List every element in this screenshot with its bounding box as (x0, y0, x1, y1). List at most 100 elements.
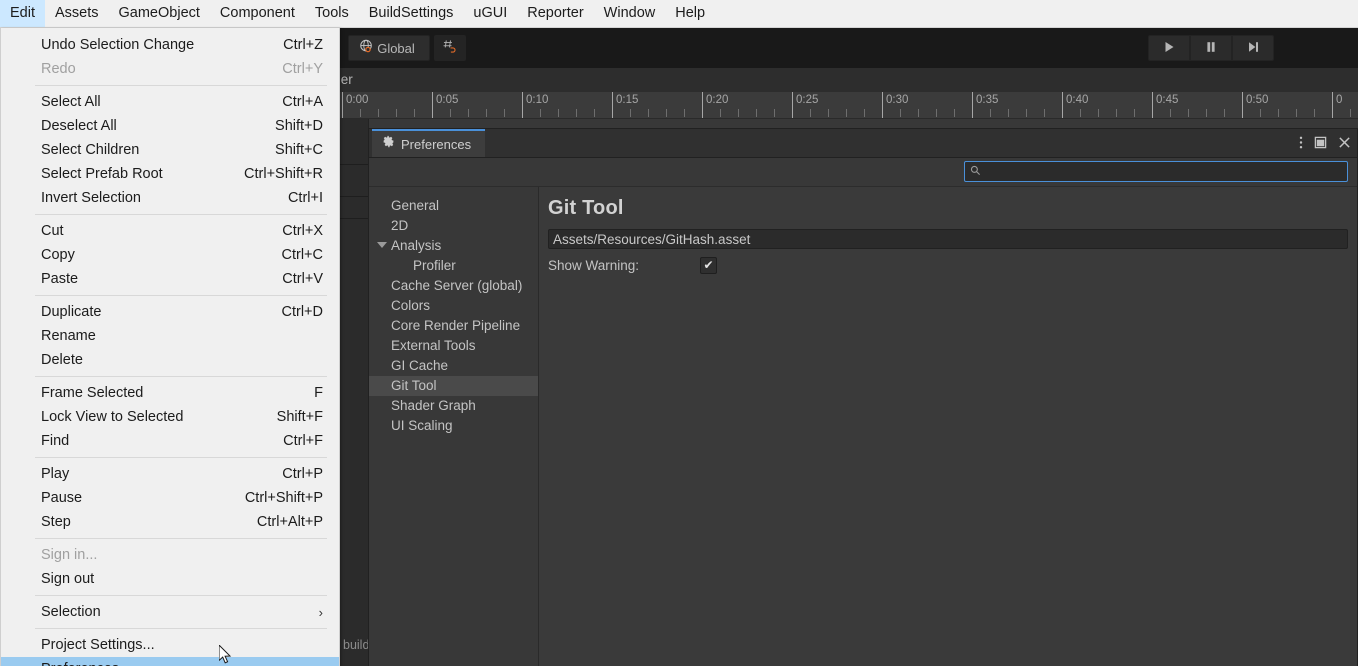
timeline-minor-tick (1044, 109, 1045, 117)
sidebar-item-label: Profiler (413, 258, 456, 273)
menu-item-project-settings[interactable]: Project Settings... (1, 633, 339, 657)
step-icon (1246, 40, 1260, 57)
sidebar-item-2d[interactable]: 2D (369, 216, 538, 236)
play-button[interactable] (1148, 35, 1190, 61)
preferences-main: General 2D Analysis Profiler Cache Server (g… (369, 187, 1357, 666)
timeline-minor-tick (1260, 109, 1261, 117)
grid-snap-button[interactable] (434, 35, 466, 61)
menu-item-label: Step (41, 514, 71, 530)
step-button[interactable] (1232, 35, 1274, 61)
sidebar-item-profiler[interactable]: Profiler (369, 256, 538, 276)
menu-item-preferences[interactable]: Preferences... (1, 657, 339, 666)
menubar-item-edit[interactable]: Edit (0, 0, 45, 27)
timeline-tick-label: 0:25 (796, 94, 819, 106)
menu-item-frame-selected[interactable]: Frame Selected F (1, 381, 339, 405)
menu-item-label: Selection (41, 604, 101, 620)
menu-item-label: Deselect All (41, 118, 117, 134)
timeline-minor-tick (666, 109, 667, 117)
menu-item-find[interactable]: Find Ctrl+F (1, 429, 339, 453)
menu-item-label: Select Prefab Root (41, 166, 163, 182)
timeline-minor-tick (1278, 109, 1279, 117)
timeline-minor-tick (378, 109, 379, 117)
menubar-item-ugui[interactable]: uGUI (463, 0, 517, 27)
sidebar-item-analysis[interactable]: Analysis (369, 236, 538, 256)
menu-separator (35, 538, 327, 539)
maximize-icon[interactable] (1314, 136, 1327, 151)
pivot-rotation-button[interactable]: Global (348, 35, 430, 61)
sidebar-item-cache-server-global[interactable]: Cache Server (global) (369, 276, 538, 296)
menu-item-invert-selection[interactable]: Invert Selection Ctrl+I (1, 186, 339, 210)
menu-item-selection[interactable]: Selection › (1, 600, 339, 624)
sidebar-item-git-tool[interactable]: Git Tool (369, 376, 538, 396)
asset-path-field[interactable]: Assets/Resources/GitHash.asset (548, 229, 1348, 249)
sidebar-item-external-tools[interactable]: External Tools (369, 336, 538, 356)
timeline-tick-label: 0:00 (346, 94, 369, 106)
menu-item-select-all[interactable]: Select All Ctrl+A (1, 90, 339, 114)
menu-item-select-prefab-root[interactable]: Select Prefab Root Ctrl+Shift+R (1, 162, 339, 186)
sidebar-item-label: 2D (391, 218, 409, 233)
menubar-item-component[interactable]: Component (210, 0, 305, 27)
menu-item-deselect-all[interactable]: Deselect All Shift+D (1, 114, 339, 138)
timeline-minor-tick (1170, 109, 1171, 117)
menu-item-cut[interactable]: Cut Ctrl+X (1, 219, 339, 243)
menu-item-step[interactable]: Step Ctrl+Alt+P (1, 510, 339, 534)
menu-item-sign-out[interactable]: Sign out (1, 567, 339, 591)
timeline-tick-label: 0:30 (886, 94, 909, 106)
timeline-minor-tick (936, 109, 937, 117)
preferences-window: Preferences General 2D Analysis Profiler… (368, 128, 1358, 666)
menu-item-play[interactable]: Play Ctrl+P (1, 462, 339, 486)
sidebar-item-general[interactable]: General (369, 196, 538, 216)
menubar-item-tools[interactable]: Tools (305, 0, 359, 27)
menu-item-shortcut: Shift+C (275, 142, 323, 158)
menu-item-rename[interactable]: Rename (1, 324, 339, 348)
sidebar-item-shader-graph[interactable]: Shader Graph (369, 396, 538, 416)
menubar-item-assets[interactable]: Assets (45, 0, 109, 27)
chevron-down-icon[interactable] (377, 242, 387, 248)
unity-menubar[interactable]: Edit Assets GameObject Component Tools BuildS… (0, 0, 1358, 28)
menubar-item-window[interactable]: Window (594, 0, 666, 27)
menu-item-copy[interactable]: Copy Ctrl+C (1, 243, 339, 267)
timeline-minor-tick (396, 109, 397, 117)
menu-item-label: Delete (41, 352, 83, 368)
menu-item-label: Play (41, 466, 70, 482)
menu-item-undo-selection-change[interactable]: Undo Selection Change Ctrl+Z (1, 33, 339, 57)
menu-item-lock-view-to-selected[interactable]: Lock View to Selected Shift+F (1, 405, 339, 429)
timeline-minor-tick (450, 109, 451, 117)
show-warning-checkbox[interactable]: ✔ (700, 256, 717, 274)
search-input[interactable] (964, 161, 1348, 182)
chevron-right-icon: › (318, 604, 323, 620)
menu-item-shortcut: Ctrl+Y (282, 61, 323, 77)
sidebar-item-gi-cache[interactable]: GI Cache (369, 356, 538, 376)
menu-item-duplicate[interactable]: Duplicate Ctrl+D (1, 300, 339, 324)
menu-item-select-children[interactable]: Select Children Shift+C (1, 138, 339, 162)
timeline-minor-tick (540, 109, 541, 117)
pause-button[interactable] (1190, 35, 1232, 61)
timeline-tick-label: 0 (1336, 94, 1343, 106)
preferences-content-pane: Git Tool Assets/Resources/GitHash.asset … (539, 187, 1357, 666)
sidebar-item-core-render-pipeline[interactable]: Core Render Pipeline (369, 316, 538, 336)
menu-separator (35, 295, 327, 296)
sidebar-item-label: General (391, 198, 440, 213)
menu-item-paste[interactable]: Paste Ctrl+V (1, 267, 339, 291)
preferences-tab-label: Preferences (401, 136, 472, 152)
menubar-item-help[interactable]: Help (665, 0, 715, 27)
close-icon[interactable] (1338, 136, 1351, 151)
menubar-item-reporter[interactable]: Reporter (517, 0, 593, 27)
preferences-search-row (369, 158, 1357, 187)
sidebar-item-ui-scaling[interactable]: UI Scaling (369, 416, 538, 436)
timeline-minor-tick (468, 109, 469, 117)
menu-item-delete[interactable]: Delete (1, 348, 339, 372)
edit-dropdown-menu[interactable]: Undo Selection Change Ctrl+Z Redo Ctrl+Y Sel… (0, 28, 340, 666)
preferences-sidebar[interactable]: General 2D Analysis Profiler Cache Server (g… (369, 187, 539, 666)
sidebar-item-label: GI Cache (391, 358, 449, 373)
sidebar-item-colors[interactable]: Colors (369, 296, 538, 316)
tab-preferences[interactable]: Preferences (372, 129, 486, 157)
unity-editor-window: build Global 0:00 0:05 0:10 0:15 0:20 0:… (0, 0, 1358, 666)
timeline-minor-tick (810, 109, 811, 117)
menu-item-pause[interactable]: Pause Ctrl+Shift+P (1, 486, 339, 510)
timeline-minor-tick (1080, 109, 1081, 117)
kebab-menu-icon[interactable] (1299, 135, 1303, 152)
menubar-item-gameobject[interactable]: GameObject (109, 0, 210, 27)
menubar-item-buildsettings[interactable]: BuildSettings (359, 0, 464, 27)
timeline-minor-tick (900, 109, 901, 117)
